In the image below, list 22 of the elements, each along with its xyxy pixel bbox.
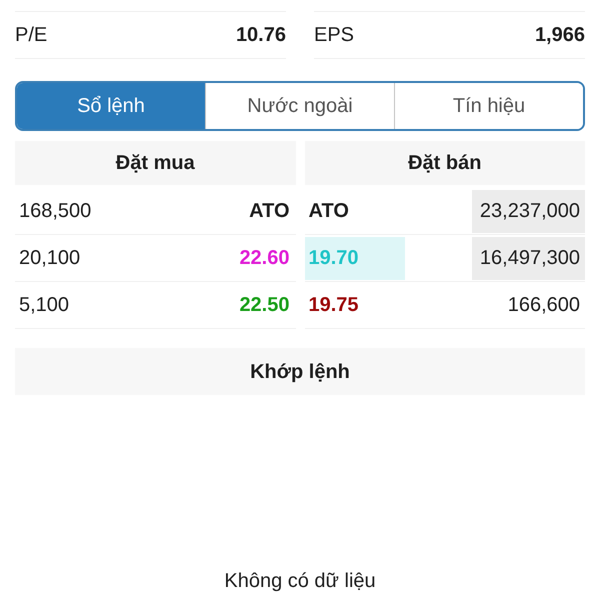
stat-label: P/E bbox=[15, 23, 48, 48]
ask-price: 19.70 bbox=[304, 236, 404, 280]
tab[interactable]: Sổ lệnh bbox=[17, 83, 205, 129]
bid-volume: 20,100 bbox=[18, 246, 80, 271]
ask-volume: 166,600 bbox=[506, 293, 581, 318]
bid-price: 22.60 bbox=[239, 246, 290, 271]
bid-volume: 168,500 bbox=[18, 199, 92, 224]
bid-price: ATO bbox=[249, 199, 290, 224]
empty-message: Không có dữ liệu bbox=[224, 569, 376, 594]
bid-price: 22.50 bbox=[239, 293, 290, 318]
ask-volume: 23,237,000 bbox=[472, 190, 585, 232]
column-header: Đặt mua bbox=[15, 141, 296, 185]
section-header: Khớp lệnh bbox=[15, 348, 585, 395]
ask-price: 19.75 bbox=[308, 293, 360, 318]
stat-label: EPS bbox=[314, 23, 354, 48]
stat-value: 10.76 bbox=[236, 23, 286, 48]
column-header: Đặt bán bbox=[304, 141, 585, 185]
ask-price: ATO bbox=[308, 199, 350, 224]
bid-volume: 5,100 bbox=[18, 293, 70, 318]
ask-volume: 16,497,300 bbox=[472, 236, 585, 280]
tab[interactable]: Tín hiệu bbox=[394, 83, 583, 129]
stat-value: 1,966 bbox=[534, 23, 585, 48]
